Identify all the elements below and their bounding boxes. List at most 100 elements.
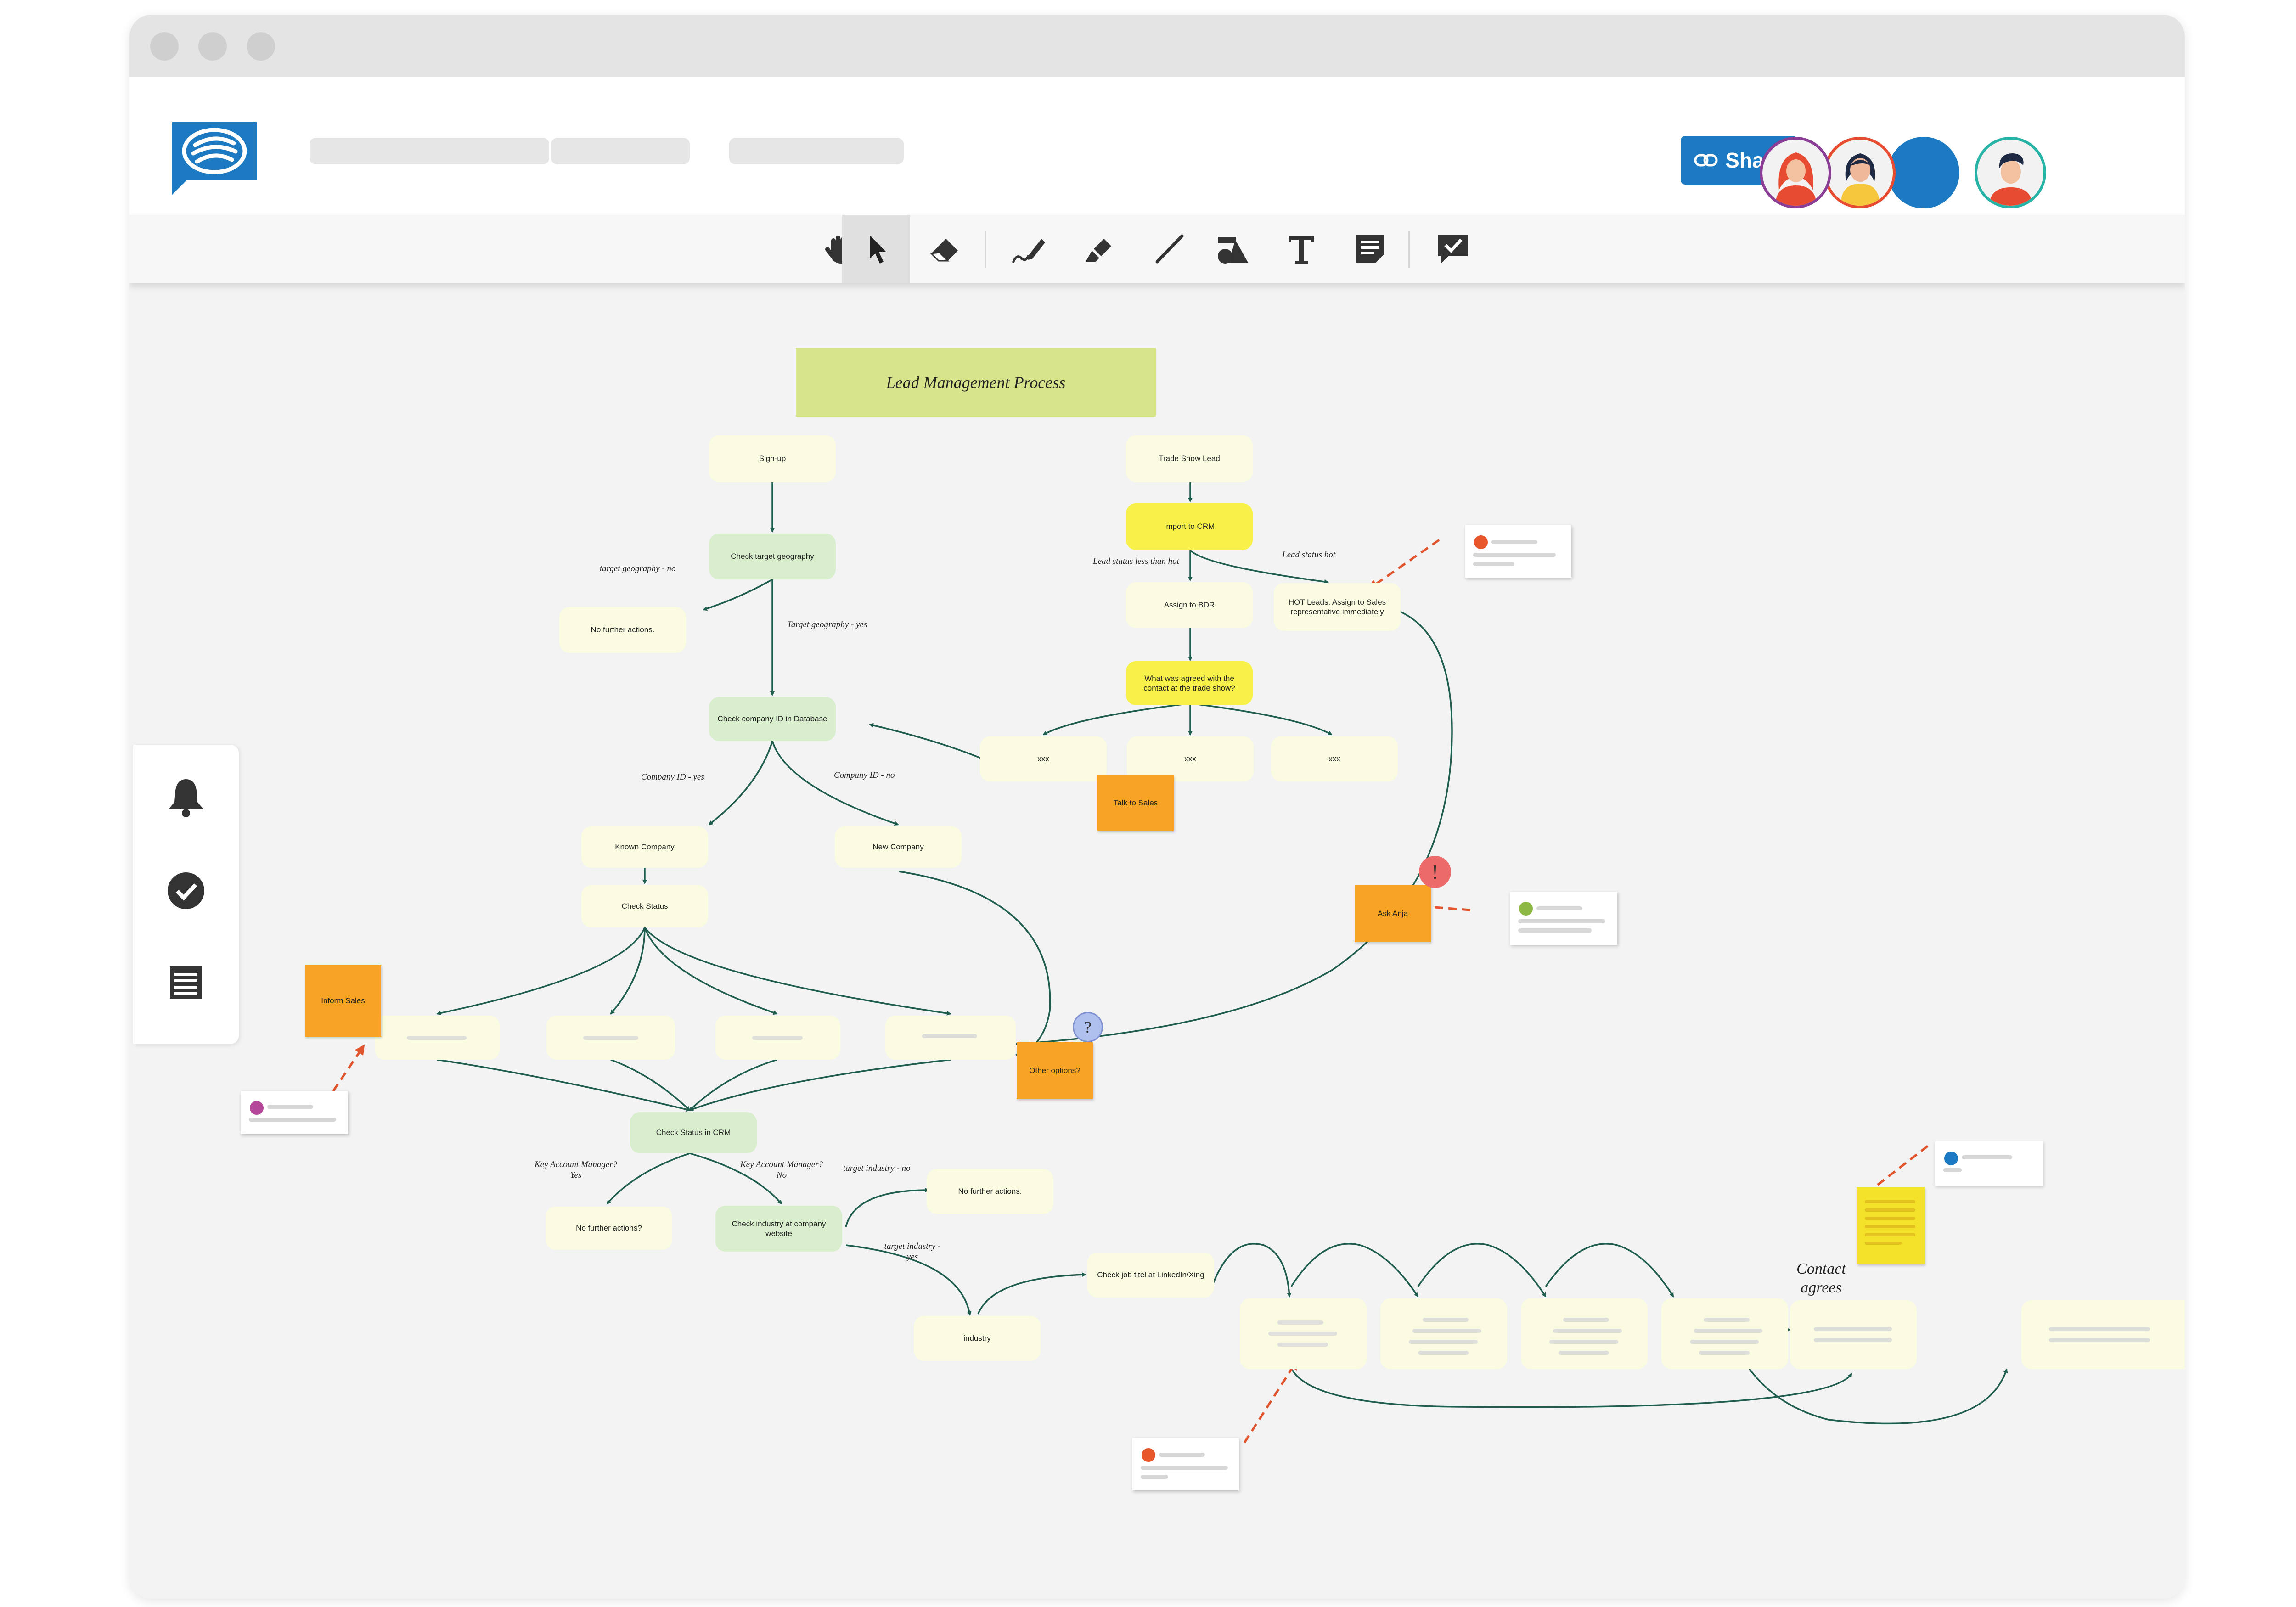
- placeholder-text: [1277, 1320, 1323, 1325]
- comment-card[interactable]: [1935, 1141, 2043, 1186]
- sticky-ask-anja[interactable]: Ask Anja: [1355, 885, 1431, 942]
- node-trade-show-lead[interactable]: Trade Show Lead: [1126, 435, 1253, 482]
- sticky-inform-sales[interactable]: Inform Sales: [305, 965, 381, 1037]
- placeholder-node[interactable]: [1380, 1298, 1507, 1369]
- comment-text-line: [267, 1105, 313, 1109]
- node-no-further-actions[interactable]: No further actions.: [927, 1169, 1053, 1214]
- label-kam-question: Key Account Manager?: [740, 1160, 823, 1169]
- alert-marker-icon[interactable]: !: [1419, 856, 1451, 888]
- label-kam-answer: Yes: [570, 1170, 582, 1180]
- note-text-line: [1865, 1217, 1915, 1220]
- placeholder-text: [1690, 1340, 1759, 1344]
- placeholder-text: [583, 1036, 638, 1040]
- comment-text-line: [1536, 906, 1582, 910]
- node-check-job-title[interactable]: Check job titel at LinkedIn/Xing: [1087, 1253, 1214, 1298]
- label-geo-no: target geography - no: [600, 564, 676, 573]
- side-panel: [133, 745, 239, 1044]
- comment-text-line: [1159, 1453, 1205, 1457]
- comment-text-line: [1943, 1168, 1962, 1172]
- comment-text-line: [1962, 1155, 2012, 1159]
- node-what-agreed[interactable]: What was agreed with the contact at the …: [1126, 661, 1253, 705]
- node-no-further-actions[interactable]: No further actions.: [559, 607, 686, 653]
- node-check-company-id[interactable]: Check company ID in Database: [709, 697, 836, 741]
- placeholder-text: [1814, 1327, 1892, 1331]
- label-contact-line2: agrees: [1801, 1279, 1842, 1296]
- placeholder-text: [1423, 1318, 1469, 1322]
- comment-text-line: [1518, 919, 1605, 923]
- label-geo-yes: Target geography - yes: [787, 620, 867, 629]
- sticky-other-options[interactable]: Other options?: [1017, 1042, 1093, 1099]
- node-no-further-actions[interactable]: No further actions?: [546, 1207, 672, 1250]
- placeholder-text: [1409, 1340, 1478, 1344]
- note-text-line: [1865, 1233, 1915, 1236]
- node-check-status[interactable]: Check Status: [581, 885, 708, 927]
- label-kam-no: Key Account Manager? No: [740, 1160, 823, 1181]
- label-company-yes: Company ID - yes: [641, 772, 704, 782]
- placeholder-node[interactable]: [375, 1016, 500, 1060]
- diagram-title[interactable]: Lead Management Process: [796, 348, 1156, 417]
- placeholder-text: [1699, 1351, 1750, 1355]
- placeholder-text: [1563, 1318, 1609, 1322]
- comment-text-line: [1473, 553, 1556, 557]
- comment-card[interactable]: [1132, 1438, 1239, 1490]
- placeholder-text: [1694, 1329, 1762, 1333]
- placeholder-text: [1277, 1343, 1328, 1347]
- label-company-no: Company ID - no: [834, 770, 895, 780]
- comment-card[interactable]: [1510, 892, 1617, 945]
- note-text-line: [1865, 1242, 1902, 1245]
- node-check-geography[interactable]: Check target geography: [709, 534, 836, 579]
- placeholder-node[interactable]: [1661, 1298, 1788, 1369]
- node-check-industry[interactable]: Check industry at company website: [715, 1206, 842, 1252]
- node-import-crm[interactable]: Import to CRM: [1126, 503, 1253, 550]
- node-assign-bdr[interactable]: Assign to BDR: [1126, 582, 1253, 628]
- comment-author-avatar: [250, 1101, 264, 1115]
- placeholder-text: [1704, 1318, 1750, 1322]
- placeholder-node[interactable]: [715, 1016, 840, 1060]
- node-new-company[interactable]: New Company: [835, 826, 962, 868]
- list-icon[interactable]: [163, 960, 209, 1006]
- placeholder-text: [2049, 1327, 2150, 1331]
- sticky-talk-to-sales[interactable]: Talk to Sales: [1097, 775, 1174, 831]
- placeholder-node[interactable]: [2021, 1300, 2185, 1369]
- comment-text-line: [1141, 1466, 1228, 1470]
- comment-card[interactable]: [1465, 525, 1571, 578]
- comment-card[interactable]: [241, 1091, 348, 1134]
- placeholder-node[interactable]: [1240, 1298, 1367, 1369]
- placeholder-node[interactable]: [546, 1016, 675, 1060]
- label-lead-less-hot: Lead status less than hot: [1093, 556, 1179, 566]
- app-window: Share Lead Management Process Sign-up Ch…: [129, 15, 2185, 1599]
- placeholder-text: [752, 1036, 803, 1040]
- comment-author-avatar: [1519, 902, 1533, 916]
- placeholder-node[interactable]: [885, 1016, 1016, 1060]
- node-known-company[interactable]: Known Company: [581, 826, 708, 868]
- comment-text-line: [1491, 540, 1537, 544]
- check-circle-icon[interactable]: [163, 868, 209, 914]
- label-kam-yes: Key Account Manager? Yes: [535, 1160, 617, 1181]
- node-check-status-crm[interactable]: Check Status in CRM: [630, 1112, 757, 1153]
- node-signup[interactable]: Sign-up: [709, 435, 836, 482]
- placeholder-text: [1814, 1338, 1892, 1342]
- label-industry-yes-line1: target industry -: [884, 1242, 941, 1251]
- node-option[interactable]: xxx: [1271, 736, 1398, 781]
- node-hot-leads[interactable]: HOT Leads. Assign to Sales representativ…: [1274, 583, 1401, 631]
- question-marker-icon[interactable]: ?: [1073, 1012, 1103, 1042]
- note-text-line: [1865, 1208, 1915, 1212]
- comment-text-line: [249, 1118, 336, 1122]
- comment-text-line: [1141, 1475, 1168, 1479]
- placeholder-node[interactable]: [1521, 1298, 1648, 1369]
- placeholder-text: [407, 1036, 467, 1040]
- comment-text-line: [1518, 928, 1592, 933]
- comment-author-avatar: [1474, 535, 1488, 549]
- placeholder-text: [2049, 1338, 2150, 1342]
- placeholder-text: [1553, 1329, 1622, 1333]
- bell-icon[interactable]: [163, 774, 209, 820]
- node-industry[interactable]: industry: [914, 1316, 1041, 1361]
- placeholder-node[interactable]: [1790, 1300, 1917, 1369]
- placeholder-text: [1418, 1351, 1469, 1355]
- label-lead-hot: Lead status hot: [1282, 550, 1336, 560]
- label-kam-question: Key Account Manager?: [535, 1160, 618, 1169]
- node-option[interactable]: xxx: [980, 736, 1107, 781]
- sticky-note-yellow[interactable]: [1857, 1187, 1925, 1264]
- label-industry-yes-line2: yes: [906, 1252, 918, 1262]
- note-text-line: [1865, 1200, 1915, 1203]
